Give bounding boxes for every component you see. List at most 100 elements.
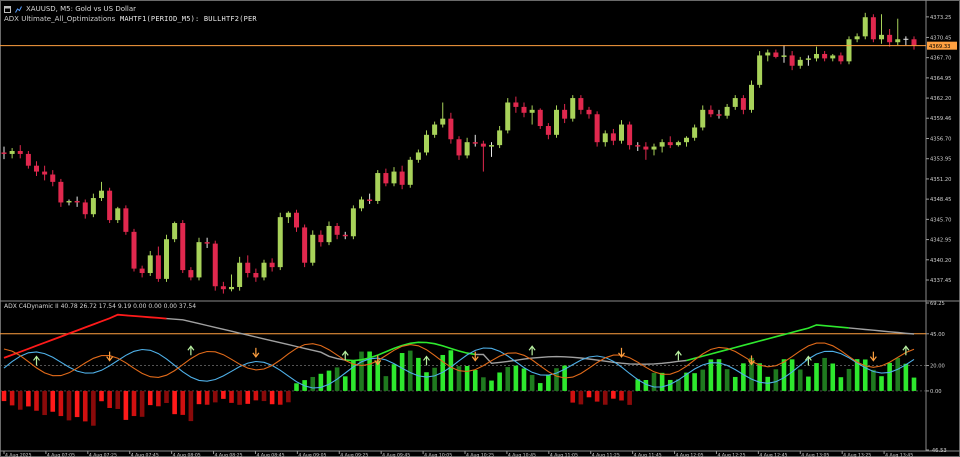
candle [399,165,405,190]
candle-body [740,98,746,110]
signal-arrow-down [869,351,877,362]
candle-body [716,114,722,116]
signal-arrow-up [423,355,430,366]
candle [407,156,413,188]
candle-body [367,199,373,201]
adx-histogram-bar [229,390,234,403]
candle [212,240,218,291]
candle [635,142,641,151]
adx-histogram-bar [797,369,803,391]
candle-body [513,102,519,107]
candle [838,52,844,65]
candle-body [50,174,56,182]
adx-histogram-bar [432,367,437,391]
candle-body [131,231,137,269]
candle [155,246,161,282]
candle [684,136,689,147]
candle-body [838,55,844,62]
candle [359,196,364,212]
candle-body [440,118,446,125]
time-axis-label: 4 Aug 08:25 [215,453,243,457]
price-axis-label: 4345.70 [930,217,951,223]
candle-body [90,198,96,215]
candle-body [854,36,860,40]
candle [870,14,876,43]
adx-histogram-bar [399,353,405,391]
candle-body [123,208,129,232]
adx-histogram-bar [286,390,291,403]
candle [911,36,917,50]
adx-histogram-bar [416,357,421,391]
candle-body [448,118,454,140]
price-axis-label: 4348.45 [930,197,951,203]
time-axis-label: 4 Aug 13:05 [801,453,829,457]
candle [147,250,153,276]
candle-body [895,39,901,43]
candle-body [870,17,876,40]
adx-histogram-bar [481,377,486,391]
candle [545,123,551,140]
candle-body [570,98,576,119]
candle [570,95,576,122]
chart-window[interactable]: 4373.25 4370.45 4367.70 4364.95 4362.20 4359.… [0,0,960,457]
candle [879,14,884,44]
adx-histogram-bar [204,390,210,405]
candle [659,139,665,153]
adx-histogram-bar [424,372,429,391]
adx-histogram-bar [570,390,576,403]
candle [805,55,811,66]
candle [537,108,543,129]
time-axis-label: 4 Aug 11:45 [634,453,662,457]
candle [90,193,96,218]
candle [692,124,698,141]
candle-body [797,59,803,66]
adx-histogram-bar [66,390,72,421]
adx-histogram-bar [253,390,259,401]
candle-body [204,242,210,244]
candle-body [627,124,633,146]
adx-histogram-bar [342,376,348,391]
candle-body [74,200,80,203]
candle [172,221,178,243]
candle-body [220,286,226,290]
price-axis-label: 4364.95 [930,76,951,82]
candle [602,130,608,147]
window-icon [4,5,11,13]
candle [789,51,795,71]
candle [797,56,803,69]
candle [814,46,819,62]
adx-histogram-bar [789,359,795,391]
candle-body [586,109,592,115]
adx-histogram-bar [221,390,226,399]
candle-body [334,225,340,235]
candle [472,134,478,147]
candle [586,106,592,119]
candle [66,199,72,206]
candle [74,196,80,207]
candle [123,205,129,235]
candle-body [749,84,754,110]
candle [732,95,738,110]
candle-body [407,159,413,185]
adx-histogram-bar [74,390,80,418]
adx-histogram-bar [407,350,413,391]
candle [554,105,559,138]
adx-histogram-bar [781,359,787,391]
price-axis-label: 4373.25 [930,15,951,21]
candle-body [424,134,429,153]
adx-histogram-bar [472,370,478,391]
candle [708,105,714,118]
candle [424,130,429,156]
candle-body [789,55,795,66]
candle-body [342,234,348,237]
candle [326,221,332,246]
adx-histogram-bar [26,390,31,407]
candle-body [765,52,771,56]
chart-canvas[interactable]: 4373.25 4370.45 4367.70 4364.95 4362.20 4359.… [0,0,960,457]
candle [489,142,494,157]
signal-arrow-down [252,347,260,358]
candle-body [237,262,243,287]
adx-histogram-bar [903,363,909,391]
adx-histogram-bar [34,390,39,411]
candle [285,211,291,224]
